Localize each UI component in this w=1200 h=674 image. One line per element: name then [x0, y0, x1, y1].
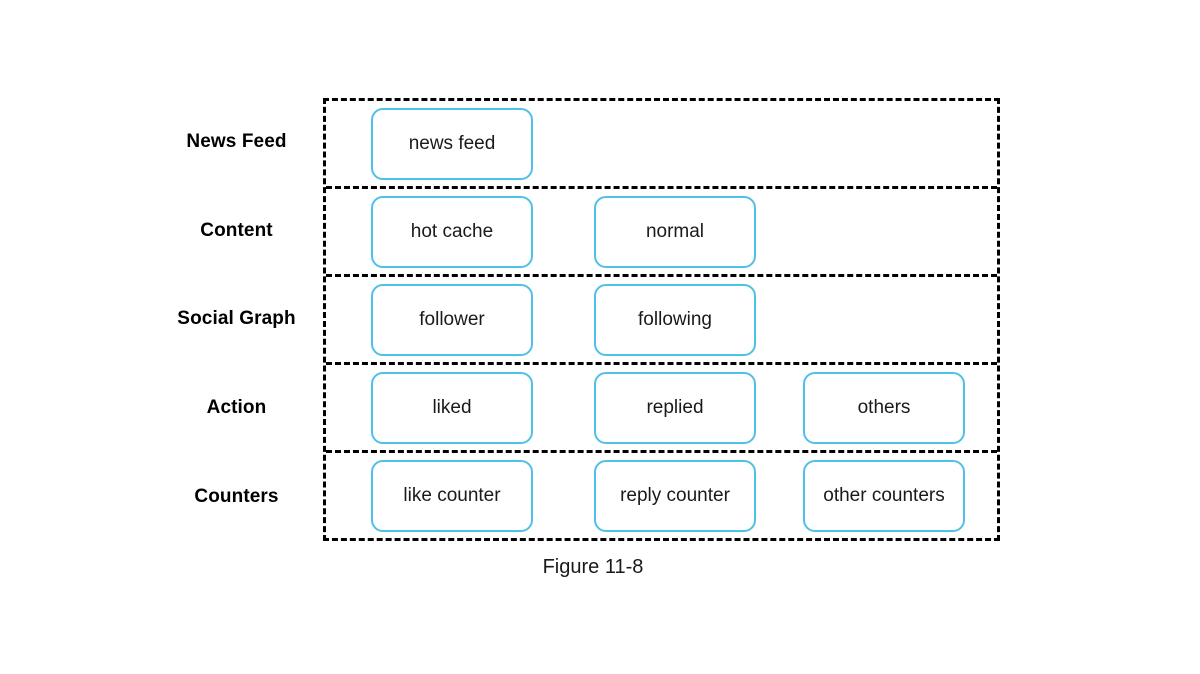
figure-11-8: News Feed Content Social Graph Action Co…: [0, 0, 1200, 674]
tier-label-action: Action: [160, 364, 313, 453]
tier-label-text: Counters: [194, 485, 279, 507]
node-label: normal: [645, 221, 705, 242]
tier-label-text: Action: [206, 397, 267, 419]
tier-label-counters: Counters: [160, 452, 313, 541]
node-slot: replied: [594, 371, 756, 444]
node-label: replied: [646, 397, 704, 418]
node-label: reply counter: [620, 485, 730, 506]
node-label: other counters: [823, 485, 945, 506]
node-following[interactable]: following: [594, 283, 756, 356]
tier-boundary-container: news feed hot cache normal follower foll…: [323, 98, 1000, 541]
tier-label-column: News Feed Content Social Graph Action Co…: [160, 98, 313, 541]
node-slot: follower: [371, 283, 533, 356]
node-slot: news feed: [371, 107, 533, 180]
node-slot: following: [594, 283, 756, 356]
tier-row-social-graph: follower following: [326, 274, 997, 362]
node-news-feed[interactable]: news feed: [371, 107, 533, 180]
node-label: liked: [432, 397, 472, 418]
node-label: following: [638, 309, 712, 330]
node-other-counters[interactable]: other counters: [803, 459, 965, 532]
node-slot: liked: [371, 371, 533, 444]
node-hot-cache[interactable]: hot cache: [371, 195, 533, 268]
tier-label-text: Content: [200, 219, 273, 241]
node-label: like counter: [403, 485, 501, 506]
node-label: others: [857, 397, 911, 418]
node-slot: normal: [594, 195, 756, 268]
figure-caption: Figure 11-8: [542, 556, 644, 578]
tier-label-news-feed: News Feed: [160, 98, 313, 187]
node-label: follower: [419, 309, 485, 330]
tier-label-social-graph: Social Graph: [160, 275, 313, 364]
tier-label-content: Content: [160, 187, 313, 276]
node-slot: reply counter: [594, 459, 756, 532]
node-others[interactable]: others: [803, 371, 965, 444]
node-label: news feed: [408, 133, 496, 154]
node-follower[interactable]: follower: [371, 283, 533, 356]
tier-row-counters: like counter reply counter other counter…: [326, 450, 997, 538]
node-like-counter[interactable]: like counter: [371, 459, 533, 532]
tier-row-content: hot cache normal: [326, 186, 997, 274]
node-label: hot cache: [410, 221, 494, 242]
node-slot: others: [803, 371, 965, 444]
node-normal[interactable]: normal: [594, 195, 756, 268]
node-slot: other counters: [803, 459, 965, 532]
node-liked[interactable]: liked: [371, 371, 533, 444]
tier-label-text: Social Graph: [177, 308, 296, 330]
node-slot: like counter: [371, 459, 533, 532]
node-slot: hot cache: [371, 195, 533, 268]
tier-row-action: liked replied others: [326, 362, 997, 450]
tier-row-news-feed: news feed: [326, 101, 997, 186]
node-replied[interactable]: replied: [594, 371, 756, 444]
node-reply-counter[interactable]: reply counter: [594, 459, 756, 532]
tier-label-text: News Feed: [186, 131, 287, 153]
